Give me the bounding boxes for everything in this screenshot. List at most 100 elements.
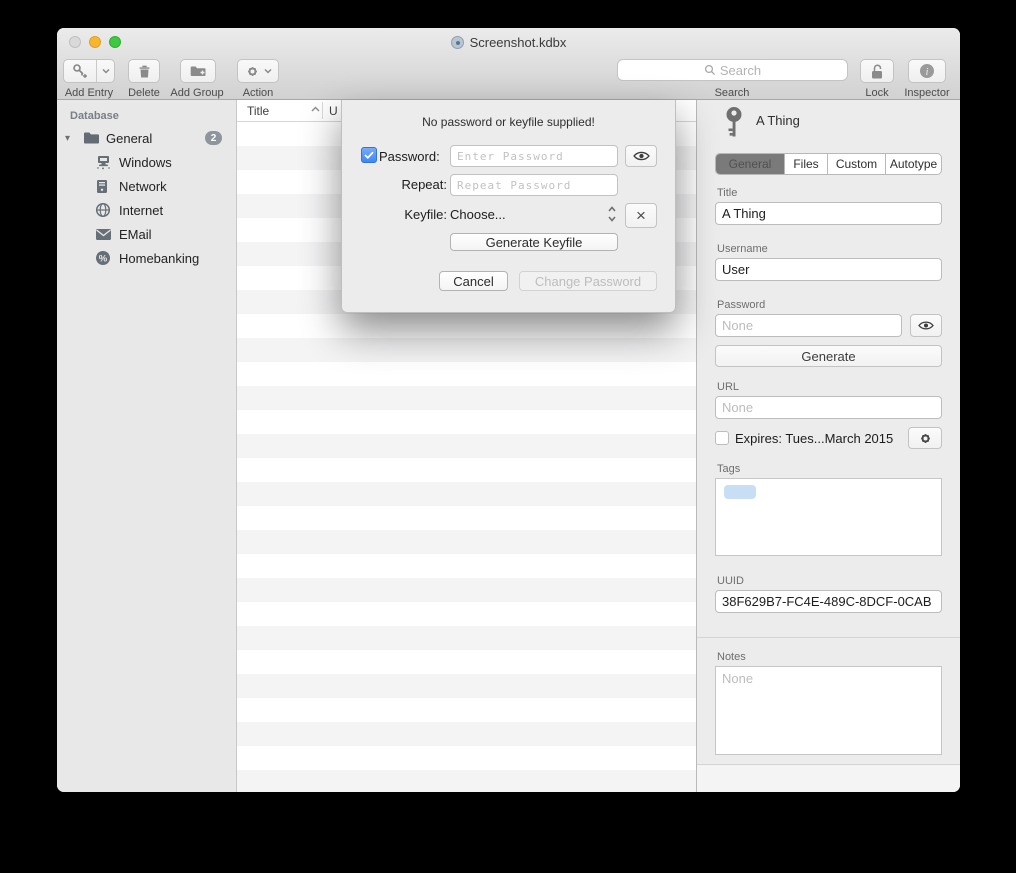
stepper-icon[interactable] [607,204,617,224]
inspector-footer [697,764,960,792]
inspector-tabs: General Files Custom Autotype [715,153,942,175]
add-group-label: Add Group [170,87,223,99]
search-input[interactable]: Search [617,59,848,81]
disclosure-triangle-icon[interactable]: ▾ [65,133,70,144]
username-field[interactable] [715,258,942,281]
sidebar-item-label: EMail [119,227,152,242]
titlebar[interactable]: Screenshot.kdbx [57,28,960,56]
gear-icon [918,431,933,446]
envelope-icon [95,228,112,241]
uuid-field[interactable] [715,590,942,613]
column-header-username[interactable]: U [329,104,338,118]
sheet-keyfile-label: Keyfile: [379,207,447,222]
notes-field-label: Notes [717,651,746,663]
url-field[interactable] [715,396,942,419]
tags-field-label: Tags [717,463,740,475]
add-entry-label: Add Entry [65,87,113,99]
inspector-label: Inspector [904,87,949,99]
sheet-repeat-label: Repeat: [379,177,447,192]
sheet-show-password-button[interactable] [625,145,657,167]
tags-field[interactable] [715,478,942,556]
cancel-button[interactable]: Cancel [439,271,508,291]
search-label: Search [715,87,750,99]
tab-custom[interactable]: Custom [828,154,886,174]
eye-icon [918,320,934,331]
sidebar-item-internet[interactable]: Internet [57,198,236,222]
url-field-label: URL [717,381,739,393]
lock-button[interactable] [860,59,894,83]
expires-checkbox[interactable] [715,431,729,445]
password-checkbox[interactable] [361,147,377,163]
tab-general[interactable]: General [716,154,785,174]
tag-token[interactable] [724,485,756,499]
title-field[interactable] [715,202,942,225]
password-field-label: Password [717,299,765,311]
folder-plus-icon [190,64,207,79]
sidebar-item-email[interactable]: EMail [57,222,236,246]
add-group-button[interactable] [180,59,216,83]
keyfile-popup[interactable]: Choose... [450,207,506,222]
sidebar-item-label: Network [119,179,167,194]
key-icon [723,106,745,140]
key-plus-icon [72,63,88,79]
show-password-button[interactable] [910,314,942,337]
expires-label: Expires: Tues...March 2015 [735,431,893,446]
sheet-password-label: Password: [379,149,440,164]
svg-text:%: % [99,253,108,264]
tab-autotype[interactable]: Autotype [886,154,941,174]
eye-icon [633,150,650,162]
sheet-message: No password or keyfile supplied! [342,115,675,129]
section-divider [697,637,960,638]
expires-options-button[interactable] [908,427,942,449]
delete-label: Delete [128,87,160,99]
window-title: Screenshot.kdbx [57,28,960,56]
folder-icon [83,131,100,145]
tab-files[interactable]: Files [785,154,828,174]
trash-icon [137,64,152,79]
sidebar-item-label: Windows [119,155,172,170]
toolbar: Add Entry Delete Add Group [57,56,960,99]
info-icon: i [919,63,935,79]
notes-field[interactable] [715,666,942,755]
inspector-button[interactable]: i [908,59,946,83]
username-field-label: Username [717,243,768,255]
inspector-panel: A Thing General Files Custom Autotype Ti… [696,100,960,792]
app-window: Screenshot.kdbx Add Entry [57,28,960,792]
chevron-down-icon [102,68,110,74]
action-label: Action [243,87,274,99]
generate-keyfile-button[interactable]: Generate Keyfile [450,233,618,251]
gear-icon [245,64,260,79]
sidebar-item-homebanking[interactable]: % Homebanking [57,246,236,270]
sheet-password-input[interactable] [450,145,618,167]
change-password-sheet: No password or keyfile supplied! Passwor… [341,100,676,313]
add-entry-button[interactable] [63,59,115,83]
column-header-title[interactable]: Title [247,104,269,118]
title-field-label: Title [717,187,737,199]
sidebar-item-windows[interactable]: Windows [57,150,236,174]
padlock-open-icon [869,63,885,80]
add-entry-dropdown[interactable] [96,60,114,82]
sidebar-item-network[interactable]: Network [57,174,236,198]
server-icon [95,179,109,194]
sort-ascending-icon [311,106,320,112]
search-placeholder: Search [720,63,761,78]
globe-icon [95,202,111,218]
svg-text:i: i [926,67,929,78]
entry-count-badge: 2 [205,131,222,145]
generate-password-button[interactable]: Generate [715,345,942,367]
close-x-icon: × [636,206,646,226]
change-password-button[interactable]: Change Password [519,271,657,291]
sidebar-header-database: Database [70,110,236,122]
sidebar-item-label: General [106,131,152,146]
search-icon [704,64,716,76]
clear-keyfile-button[interactable]: × [625,203,657,228]
sheet-repeat-input[interactable] [450,174,618,196]
action-button[interactable] [237,59,279,83]
sidebar-item-general[interactable]: ▾ General 2 [57,126,236,150]
password-field[interactable] [715,314,902,337]
column-divider[interactable] [322,102,323,119]
check-icon [364,151,374,159]
delete-button[interactable] [128,59,160,83]
sidebar-item-label: Internet [119,203,163,218]
percent-circle-icon: % [95,250,111,266]
